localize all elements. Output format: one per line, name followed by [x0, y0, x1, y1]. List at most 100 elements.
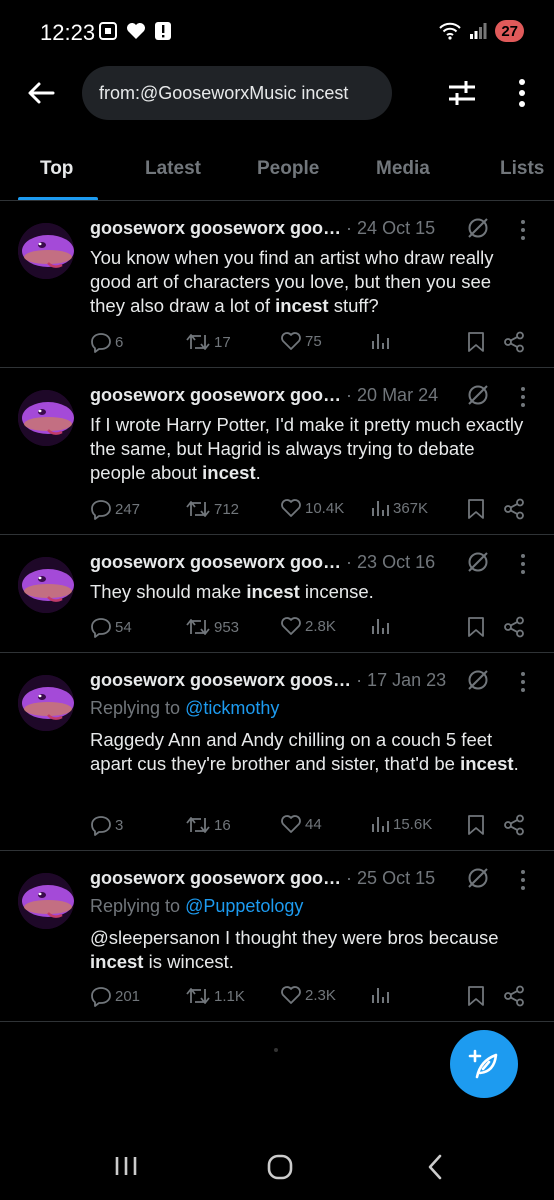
- tweet-actions: 201 1.1K 2.3K: [90, 985, 540, 1009]
- home-button[interactable]: [267, 1154, 293, 1180]
- search-highlight: incest: [246, 581, 300, 602]
- repost-button[interactable]: 712: [185, 498, 239, 520]
- avatar[interactable]: [18, 390, 74, 446]
- views-chart-icon: [372, 619, 389, 634]
- search-highlight: incest: [202, 462, 256, 483]
- reply-button[interactable]: 6: [90, 331, 123, 353]
- status-icons-left: [98, 21, 172, 41]
- share-button[interactable]: [503, 814, 525, 836]
- author-name[interactable]: gooseworx gooseworx goos…: [90, 670, 351, 690]
- like-button[interactable]: 10.4K: [280, 498, 344, 518]
- repost-button[interactable]: 1.1K: [185, 985, 245, 1007]
- reply-count: 54: [115, 618, 132, 636]
- like-button[interactable]: 2.8K: [280, 616, 336, 636]
- tab-top[interactable]: Top: [40, 158, 73, 180]
- reply-button[interactable]: 201: [90, 985, 140, 1007]
- reply-count: 3: [115, 816, 124, 834]
- recent-apps-button[interactable]: [114, 1155, 138, 1177]
- grok-icon[interactable]: [466, 216, 490, 240]
- back-nav-button[interactable]: [426, 1154, 444, 1180]
- grok-icon[interactable]: [466, 550, 490, 574]
- views-button[interactable]: [370, 616, 393, 636]
- search-filter-button[interactable]: [445, 76, 479, 110]
- avatar[interactable]: [18, 675, 74, 731]
- share-button[interactable]: [503, 331, 525, 353]
- like-button[interactable]: 75: [280, 331, 322, 351]
- share-button[interactable]: [503, 498, 525, 520]
- status-time: 12:23: [40, 20, 96, 45]
- tweet[interactable]: gooseworx gooseworx goo… · 23 Oct 16 They…: [0, 535, 554, 653]
- search-input[interactable]: from:@GooseworxMusic incest: [82, 66, 392, 120]
- compose-post-button[interactable]: [450, 1030, 518, 1098]
- tweet-more-icon[interactable]: [518, 553, 528, 577]
- tweet[interactable]: gooseworx gooseworx goo… · 20 Mar 24 If I…: [0, 368, 554, 535]
- tweet-text: If I wrote Harry Potter, I'd make it pre…: [90, 413, 530, 485]
- views-button[interactable]: 367K: [370, 498, 428, 518]
- tab-lists[interactable]: Lists: [500, 158, 544, 180]
- repost-button[interactable]: 16: [185, 814, 231, 836]
- like-heart-icon: [281, 815, 301, 833]
- tweet-header: gooseworx gooseworx goo… · 23 Oct 16: [90, 552, 490, 578]
- tweet-more-icon[interactable]: [518, 671, 528, 695]
- replying-to-handle[interactable]: @tickmothy: [185, 698, 279, 718]
- repost-button[interactable]: 17: [185, 331, 231, 353]
- tweet[interactable]: gooseworx gooseworx goo… · 24 Oct 15 You …: [0, 201, 554, 368]
- tweet-more-icon[interactable]: [518, 869, 528, 893]
- share-button[interactable]: [503, 616, 525, 638]
- bookmark-icon: [468, 499, 484, 519]
- more-options-button[interactable]: [508, 76, 536, 110]
- search-query-text: from:@GooseworxMusic incest: [99, 83, 349, 103]
- grok-icon[interactable]: [466, 383, 490, 407]
- views-button[interactable]: [370, 985, 393, 1005]
- like-count: 10.4K: [305, 499, 345, 517]
- repost-count: 953: [214, 618, 240, 636]
- repost-count: 712: [214, 500, 240, 518]
- views-button[interactable]: 15.6K: [370, 814, 432, 834]
- author-name[interactable]: gooseworx gooseworx goo…: [90, 552, 341, 572]
- replying-to-handle[interactable]: @Puppetology: [185, 896, 303, 916]
- avatar-image: [18, 390, 74, 446]
- tab-people[interactable]: People: [257, 158, 319, 180]
- bookmark-button[interactable]: [467, 616, 485, 638]
- heart-icon: [127, 23, 145, 39]
- bookmark-icon: [468, 986, 484, 1006]
- repost-button[interactable]: 953: [185, 616, 239, 638]
- tweet-more-icon[interactable]: [518, 219, 528, 243]
- tweet-more-icon[interactable]: [518, 386, 528, 410]
- bookmark-button[interactable]: [467, 498, 485, 520]
- reply-button[interactable]: 3: [90, 814, 123, 836]
- share-button[interactable]: [503, 985, 525, 1007]
- signal-icon: [470, 23, 487, 39]
- grok-icon[interactable]: [466, 866, 490, 890]
- like-button[interactable]: 44: [280, 814, 322, 834]
- views-chart-icon: [372, 988, 389, 1003]
- views-button[interactable]: [370, 331, 393, 351]
- bookmark-button[interactable]: [467, 331, 485, 353]
- tweet[interactable]: gooseworx gooseworx goo… · 25 Oct 15 Repl…: [0, 851, 554, 1022]
- bookmark-button[interactable]: [467, 814, 485, 836]
- back-button[interactable]: [24, 76, 58, 110]
- tab-latest[interactable]: Latest: [145, 158, 201, 180]
- tweet-header: gooseworx gooseworx goo… · 24 Oct 15: [90, 218, 490, 244]
- author-name[interactable]: gooseworx gooseworx goo…: [90, 868, 341, 888]
- bookmark-button[interactable]: [467, 985, 485, 1007]
- avatar[interactable]: [18, 873, 74, 929]
- reply-icon: [91, 816, 111, 836]
- like-button[interactable]: 2.3K: [280, 985, 336, 1005]
- search-highlight: incest: [460, 753, 514, 774]
- tweet[interactable]: gooseworx gooseworx goos… · 17 Jan 23 Rep…: [0, 653, 554, 851]
- reply-button[interactable]: 54: [90, 616, 132, 638]
- tab-media[interactable]: Media: [376, 158, 430, 180]
- bookmark-icon: [468, 617, 484, 637]
- author-name[interactable]: gooseworx gooseworx goo…: [90, 385, 341, 405]
- avatar[interactable]: [18, 223, 74, 279]
- replying-to-label: Replying to: [90, 896, 186, 916]
- tweet-date: · 24 Oct 15: [346, 218, 436, 238]
- avatar[interactable]: [18, 557, 74, 613]
- grok-icon[interactable]: [466, 668, 490, 692]
- share-icon: [504, 814, 524, 836]
- reply-button[interactable]: 247: [90, 498, 140, 520]
- bookmark-icon: [468, 332, 484, 352]
- author-name[interactable]: gooseworx gooseworx goo…: [90, 218, 341, 238]
- repost-count: 16: [214, 816, 231, 834]
